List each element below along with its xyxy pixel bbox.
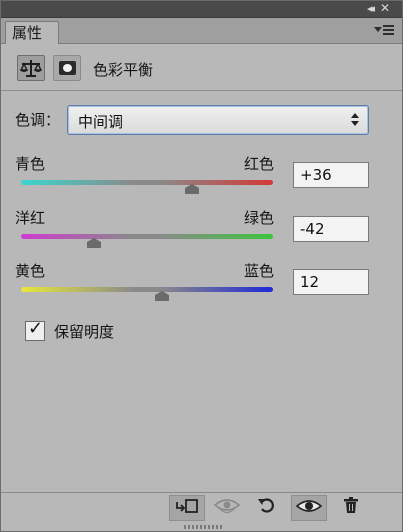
balance-scale-icon[interactable] xyxy=(17,55,45,81)
close-panel-icon[interactable]: ✕ xyxy=(380,1,390,15)
layer-mask-icon[interactable] xyxy=(53,55,81,81)
slider-track[interactable] xyxy=(21,234,273,239)
slider-left-label: 洋红 xyxy=(15,209,46,227)
slider-right-label: 绿色 xyxy=(243,209,274,227)
slider-right-label: 蓝色 xyxy=(243,262,274,280)
preserve-luminosity-checkbox[interactable]: ✓ xyxy=(25,318,45,341)
panel-tab-row: 属性 xyxy=(1,18,402,44)
check-mark-icon: ✓ xyxy=(28,318,44,339)
tone-select[interactable]: 中间调 xyxy=(67,105,369,135)
slider-left-label: 黄色 xyxy=(15,262,46,280)
slider-row-cyan-red: 青色 红色 +36 xyxy=(1,153,402,203)
delete-button[interactable] xyxy=(333,495,369,521)
slider-value-input[interactable]: -42 xyxy=(293,216,369,242)
reset-button[interactable] xyxy=(249,495,285,521)
bottom-toolbar xyxy=(1,492,402,522)
adjustment-header: 色彩平衡 xyxy=(1,44,402,91)
properties-panel: ◂◂ ✕ 属性 色彩平衡 色调： 中间调 青色 红色 +36 洋红 绿色 -42… xyxy=(0,0,403,532)
slider-row-magenta-green: 洋红 绿色 -42 xyxy=(1,207,402,257)
adjustment-title: 色彩平衡 xyxy=(93,61,154,79)
panel-menu-icon[interactable] xyxy=(374,22,396,38)
preserve-luminosity-label: 保留明度 xyxy=(54,323,115,341)
slider-left-label: 青色 xyxy=(15,155,46,173)
view-previous-state-button[interactable] xyxy=(209,495,245,521)
slider-track[interactable] xyxy=(21,180,273,185)
toggle-visibility-button[interactable] xyxy=(291,495,327,521)
slider-thumb[interactable] xyxy=(185,184,200,194)
slider-thumb[interactable] xyxy=(155,291,170,301)
collapse-panel-icon[interactable]: ◂◂ xyxy=(367,2,375,15)
select-arrows-icon xyxy=(351,113,360,127)
slider-track[interactable] xyxy=(21,287,273,292)
slider-value-input[interactable]: 12 xyxy=(293,269,369,295)
slider-value-input[interactable]: +36 xyxy=(293,162,369,188)
tone-label: 色调： xyxy=(15,111,61,129)
tone-select-value: 中间调 xyxy=(78,113,124,131)
panel-title-strip: ◂◂ ✕ xyxy=(1,1,402,18)
clip-to-layer-button[interactable] xyxy=(169,495,205,521)
panel-resize-grip[interactable] xyxy=(184,525,222,529)
slider-thumb[interactable] xyxy=(87,238,102,248)
tab-properties[interactable]: 属性 xyxy=(5,21,59,44)
slider-row-yellow-blue: 黄色 蓝色 12 xyxy=(1,260,402,310)
slider-right-label: 红色 xyxy=(243,155,274,173)
